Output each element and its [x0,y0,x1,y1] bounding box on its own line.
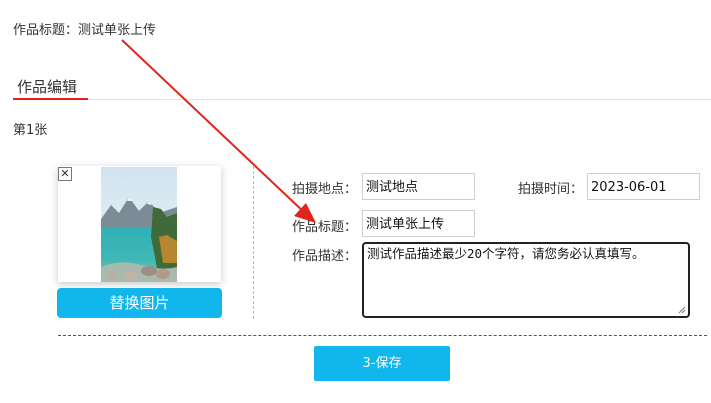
time-input[interactable]: 2023-06-01 [587,173,700,200]
close-icon[interactable]: ✕ [58,167,72,181]
tab-active-underline [13,98,88,100]
work-title-heading: 作品标题：测试单张上传 [13,23,157,38]
section-divider [88,99,711,100]
description-textarea[interactable]: 测试作品描述最少20个字符，请您务必认真填写。 [362,242,690,318]
location-label: 拍摄地点： [292,182,358,197]
description-text: 测试作品描述最少20个字符，请您务必认真填写。 [367,246,645,261]
title-label: 作品标题： [292,220,358,235]
form-bottom-divider [58,335,707,336]
description-label: 作品描述： [292,249,358,264]
title-input[interactable]: 测试单张上传 [362,210,475,237]
save-button[interactable]: 3-保存 [314,346,450,381]
resize-grip-icon[interactable] [678,306,686,314]
time-label: 拍摄时间： [518,182,584,197]
replace-image-button[interactable]: 替换图片 [57,288,222,318]
location-input[interactable]: 测试地点 [362,173,475,200]
photo-thumbnail [101,167,177,282]
vertical-divider [253,166,254,319]
tab-work-edit[interactable]: 作品编辑 [17,76,77,97]
image-index-label: 第1张 [13,123,48,138]
